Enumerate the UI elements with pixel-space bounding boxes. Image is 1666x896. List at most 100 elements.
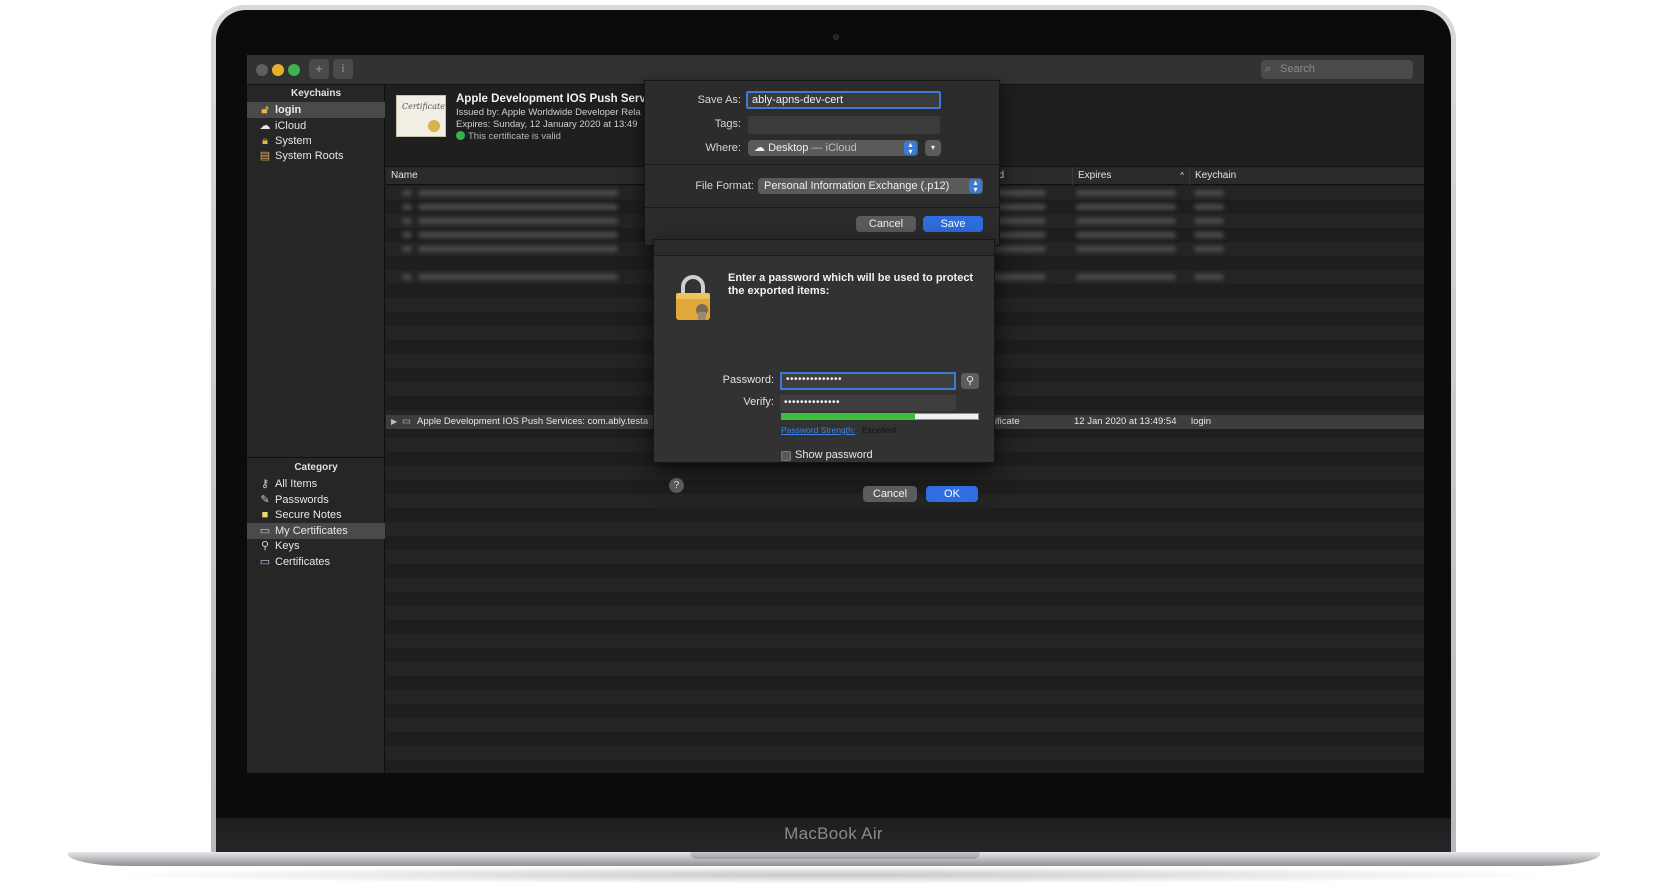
where-popup[interactable]: ☁ Desktop — iCloud ▴ ▾: [748, 140, 918, 156]
search-placeholder: Search: [1280, 63, 1315, 75]
password-strength-fill: [782, 414, 916, 419]
table-row[interactable]: [386, 592, 1424, 606]
sidebar-item-keys[interactable]: ⚲ Keys: [247, 538, 385, 554]
file-format-popup[interactable]: Personal Information Exchange (.p12) ▴ ▾: [758, 178, 983, 194]
sheet-divider: [645, 164, 999, 165]
sidebar-item-login[interactable]: 🔓︎ login: [247, 102, 385, 118]
table-row[interactable]: [386, 606, 1424, 620]
chevron-down-icon: ▾: [930, 143, 935, 152]
column-name[interactable]: Name: [386, 167, 626, 185]
key-icon: ⚲: [965, 375, 975, 387]
table-row[interactable]: [386, 704, 1424, 718]
where-value: Desktop: [768, 142, 809, 154]
sidebar-item-label: Passwords: [275, 494, 329, 506]
table-row[interactable]: [386, 578, 1424, 592]
redacted-cell: [1194, 190, 1224, 196]
valid-check-icon: [456, 131, 465, 140]
verify-field[interactable]: ••••••••••••••: [780, 395, 956, 411]
file-format-value: Personal Information Exchange (.p12): [764, 180, 950, 192]
cancel-button[interactable]: Cancel: [856, 216, 916, 232]
table-row[interactable]: [386, 662, 1424, 676]
table-row[interactable]: [386, 620, 1424, 634]
certificate-icon: ▭: [402, 416, 411, 427]
sidebar: Keychains 🔓︎ login ☁ iCloud 🔒︎ System ▤ …: [247, 85, 385, 773]
table-row[interactable]: [386, 634, 1424, 648]
tags-label: Tags:: [714, 118, 741, 130]
expand-button[interactable]: ▾: [925, 140, 941, 156]
sidebar-item-label: login: [275, 104, 302, 116]
certificate-validity: This certificate is valid: [456, 131, 561, 142]
table-row[interactable]: [386, 466, 1424, 480]
search-icon: ⌕: [1265, 63, 1272, 75]
cloud-icon: ☁: [259, 120, 271, 132]
minimize-button[interactable]: [272, 64, 284, 76]
sidebar-item-all-items[interactable]: ⚷ All Items: [247, 476, 385, 492]
password-strength-link[interactable]: Password Strength:: [781, 425, 855, 435]
column-keychain[interactable]: Keychain: [1189, 167, 1424, 185]
where-label: Where:: [705, 142, 741, 154]
info-button[interactable]: i: [333, 59, 353, 79]
table-row[interactable]: [386, 508, 1424, 522]
search-field[interactable]: ⌕ Search: [1261, 60, 1413, 79]
table-row[interactable]: [386, 732, 1424, 746]
redacted-cell: [402, 246, 412, 252]
file-format-label: File Format:: [695, 180, 754, 192]
password-assistant-button[interactable]: ⚲: [961, 373, 979, 389]
certificate-icon: ▭: [259, 525, 271, 537]
sidebar-item-label: System: [275, 135, 312, 147]
stepper-icon: ▴ ▾: [969, 179, 982, 194]
save-as-field[interactable]: ably-apns-dev-cert: [746, 91, 941, 109]
sidebar-item-system-roots[interactable]: ▤ System Roots: [247, 148, 385, 164]
sidebar-item-label: Certificates: [275, 556, 331, 568]
column-expires[interactable]: Expires ^: [1072, 167, 1189, 185]
add-button[interactable]: +: [309, 59, 329, 79]
cancel-button[interactable]: Cancel: [863, 486, 917, 502]
stepper-icon: ▴ ▾: [904, 141, 917, 156]
tags-field[interactable]: [748, 116, 940, 134]
password-field[interactable]: ••••••••••••••: [780, 372, 956, 390]
sidebar-item-certificates[interactable]: ▭ Certificates: [247, 554, 385, 570]
table-row[interactable]: [386, 690, 1424, 704]
table-row[interactable]: [386, 564, 1424, 578]
certificate-image: Certificate: [396, 95, 446, 137]
lock-open-icon: 🔓︎: [261, 104, 269, 116]
sidebar-item-passwords[interactable]: ✎ Passwords: [247, 492, 385, 508]
sidebar-item-icloud[interactable]: ☁ iCloud: [247, 118, 385, 134]
note-icon: ■: [261, 509, 269, 521]
show-password-label[interactable]: Show password: [795, 449, 873, 461]
disclosure-triangle-icon[interactable]: ▶: [391, 415, 397, 429]
show-password-checkbox[interactable]: [781, 451, 791, 461]
redacted-cell: [418, 232, 618, 238]
close-button[interactable]: [256, 64, 268, 76]
table-row[interactable]: [386, 522, 1424, 536]
sidebar-item-label: Secure Notes: [275, 509, 342, 521]
table-row[interactable]: [386, 550, 1424, 564]
redacted-cell: [986, 274, 1046, 280]
row-expires: 12 Jan 2020 at 13:49:54: [1074, 416, 1177, 427]
certificate-icon: ▭: [259, 556, 271, 568]
table-row[interactable]: [386, 676, 1424, 690]
laptop-notch: [690, 852, 980, 859]
ok-button[interactable]: OK: [926, 486, 978, 502]
redacted-cell: [402, 232, 412, 238]
sidebar-item-label: Keys: [275, 540, 300, 552]
help-button[interactable]: ?: [669, 478, 684, 493]
verify-label: Verify:: [743, 396, 774, 408]
table-row[interactable]: [386, 718, 1424, 732]
sidebar-item-secure-notes[interactable]: ■ Secure Notes: [247, 507, 385, 523]
password-dialog: Enter a password which will be used to p…: [653, 239, 995, 502]
sidebar-item-system[interactable]: 🔒︎ System: [247, 133, 385, 149]
column-expires-label: Expires: [1078, 170, 1112, 181]
table-row[interactable]: [386, 648, 1424, 662]
redacted-cell: [1076, 246, 1176, 252]
save-button[interactable]: Save: [923, 216, 983, 232]
sidebar-item-my-certificates[interactable]: ▭ My Certificates: [247, 523, 385, 539]
redacted-cell: [1194, 246, 1224, 252]
table-row[interactable]: [386, 536, 1424, 550]
table-row[interactable]: [386, 760, 1424, 773]
seal-icon: [428, 120, 440, 132]
zoom-button[interactable]: [288, 64, 300, 76]
table-row[interactable]: [386, 746, 1424, 760]
redacted-cell: [402, 274, 412, 280]
redacted-cell: [1194, 274, 1224, 280]
